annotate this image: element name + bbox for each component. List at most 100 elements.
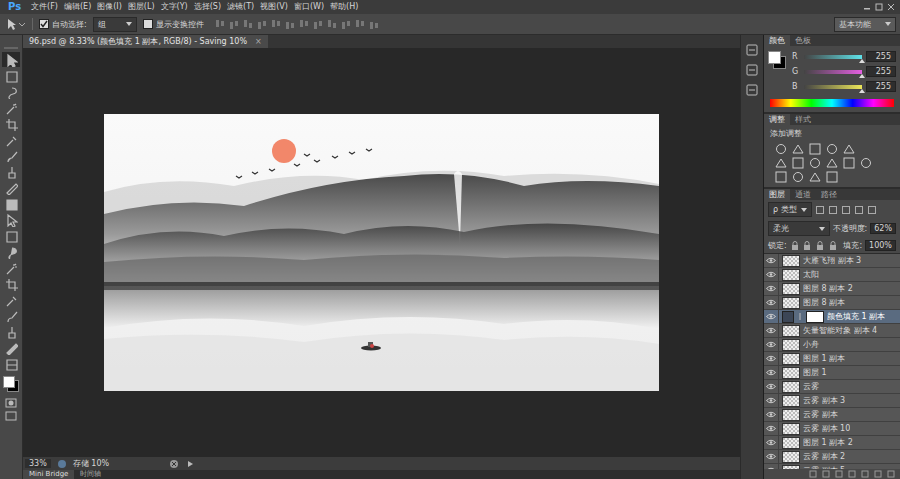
layer-row[interactable]: 图层 8 副本: [764, 296, 900, 310]
layer-row[interactable]: 矢量智能对象 副本 4: [764, 324, 900, 338]
menu-item[interactable]: 图像(I): [97, 1, 122, 13]
app-logo[interactable]: Ps: [4, 0, 25, 14]
fill-field[interactable]: 100%: [865, 240, 896, 251]
visibility-toggle[interactable]: [764, 394, 779, 407]
layer-action-icon[interactable]: [847, 470, 857, 478]
align-icon[interactable]: [312, 18, 324, 30]
adjustment-icon[interactable]: [842, 143, 856, 155]
layer-action-icon[interactable]: [821, 470, 831, 478]
adjustment-icon[interactable]: [808, 143, 822, 155]
lock-icon[interactable]: [802, 241, 812, 251]
channel-slider[interactable]: [804, 70, 862, 74]
panel-tab[interactable]: 路径: [816, 189, 842, 200]
layer-action-icon[interactable]: [886, 470, 896, 478]
adjustment-icon[interactable]: [774, 171, 788, 183]
layer-row[interactable]: 云雾: [764, 380, 900, 394]
blend-mode-dropdown[interactable]: 柔光: [768, 221, 830, 236]
workspace-dropdown[interactable]: 基本功能: [834, 17, 896, 32]
align-icon[interactable]: [326, 18, 338, 30]
minimize-icon[interactable]: [862, 3, 872, 11]
layer-row[interactable]: 云雾 副本: [764, 408, 900, 422]
align-icon[interactable]: [354, 18, 366, 30]
visibility-toggle[interactable]: [764, 352, 779, 365]
canvas[interactable]: [23, 48, 740, 457]
visibility-toggle[interactable]: [764, 296, 779, 309]
adjustment-icon[interactable]: [791, 157, 805, 169]
adjustment-icon[interactable]: [791, 143, 805, 155]
tool-button[interactable]: [2, 356, 20, 371]
layer-action-icon[interactable]: [808, 470, 818, 478]
layer-row[interactable]: 云雾 副本 10: [764, 422, 900, 436]
screen-mode-icon[interactable]: [4, 410, 18, 422]
menu-item[interactable]: 视图(V): [260, 1, 288, 13]
layer-row[interactable]: 云雾 副本 3: [764, 394, 900, 408]
channel-value-field[interactable]: 255: [866, 66, 896, 77]
tool-button[interactable]: [2, 260, 20, 275]
layer-row[interactable]: 图层 8 副本 2: [764, 282, 900, 296]
adjustment-icon[interactable]: [808, 171, 822, 183]
lock-icon[interactable]: [828, 241, 838, 251]
opacity-field[interactable]: 62%: [870, 223, 896, 234]
channel-value-field[interactable]: 255: [866, 81, 896, 92]
visibility-toggle[interactable]: [764, 408, 779, 421]
panel-icon[interactable]: [745, 83, 759, 97]
show-transform-checkbox[interactable]: 显示变换控件: [143, 19, 204, 30]
visibility-toggle[interactable]: [764, 268, 779, 281]
menu-item[interactable]: 文字(Y): [161, 1, 188, 13]
align-icon[interactable]: [242, 18, 254, 30]
document-info-icon[interactable]: [57, 459, 67, 469]
tool-button[interactable]: [2, 308, 20, 323]
channel-value-field[interactable]: 255: [866, 51, 896, 62]
layer-row[interactable]: 图层 1 副本: [764, 352, 900, 366]
visibility-toggle[interactable]: [764, 450, 779, 463]
filter-icon[interactable]: [867, 205, 877, 215]
align-icon[interactable]: [214, 18, 226, 30]
visibility-toggle[interactable]: [764, 422, 779, 435]
tool-button[interactable]: [2, 132, 20, 147]
menu-item[interactable]: 选择(S): [194, 1, 221, 13]
visibility-toggle[interactable]: [764, 324, 779, 337]
layer-row[interactable]: 太阳: [764, 268, 900, 282]
adjustment-icon[interactable]: [825, 143, 839, 155]
bottom-tab[interactable]: Mini Bridge: [23, 470, 74, 479]
panel-tab[interactable]: 图层: [764, 189, 790, 200]
visibility-toggle[interactable]: [764, 282, 779, 295]
tool-button[interactable]: [2, 68, 20, 83]
tool-button[interactable]: [2, 292, 20, 307]
color-swatches[interactable]: [3, 376, 19, 392]
layer-action-icon[interactable]: [834, 470, 844, 478]
menu-item[interactable]: 帮助(H): [330, 1, 358, 13]
zoom-field[interactable]: 33%: [25, 459, 51, 468]
lock-icon[interactable]: [790, 241, 800, 251]
status-menu-icon[interactable]: [185, 459, 195, 469]
adjustment-icon[interactable]: [774, 143, 788, 155]
visibility-toggle[interactable]: [764, 338, 779, 351]
tool-button[interactable]: [2, 276, 20, 291]
adjustment-icon[interactable]: [859, 157, 873, 169]
layer-action-icon[interactable]: [860, 470, 870, 478]
tool-button[interactable]: [2, 244, 20, 259]
visibility-toggle[interactable]: [764, 310, 779, 323]
filter-icon[interactable]: [854, 205, 864, 215]
foreground-background-swatch[interactable]: [768, 51, 786, 69]
close-icon[interactable]: [886, 3, 896, 11]
layer-row[interactable]: 图层 1 副本 2: [764, 436, 900, 450]
quick-mask-icon[interactable]: [4, 397, 18, 409]
tool-button[interactable]: [2, 196, 20, 211]
channel-slider[interactable]: [804, 55, 862, 59]
tool-button[interactable]: [2, 100, 20, 115]
layer-filter-dropdown[interactable]: ρ 类型: [768, 202, 812, 217]
menu-item[interactable]: 窗口(W): [294, 1, 324, 13]
color-spectrum[interactable]: [770, 99, 894, 107]
panel-tab[interactable]: 色板: [790, 35, 816, 46]
panel-tab[interactable]: 样式: [790, 114, 816, 125]
align-icon[interactable]: [284, 18, 296, 30]
align-icon[interactable]: [270, 18, 282, 30]
align-icon[interactable]: [228, 18, 240, 30]
visibility-toggle[interactable]: [764, 436, 779, 449]
move-tool-icon[interactable]: [4, 17, 26, 31]
menu-item[interactable]: 编辑(E): [64, 1, 91, 13]
visibility-toggle[interactable]: [764, 366, 779, 379]
tool-button[interactable]: [2, 84, 20, 99]
tool-button[interactable]: [2, 180, 20, 195]
